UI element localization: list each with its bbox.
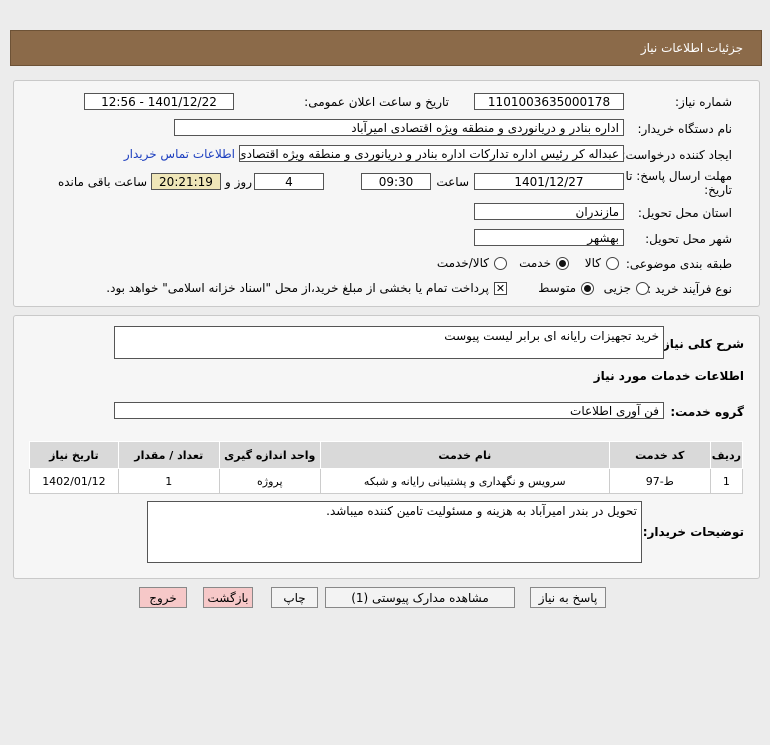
service-group-field: فن آوری اطلاعات bbox=[114, 402, 664, 419]
city-label: شهر محل تحویل: bbox=[645, 232, 732, 246]
announce-field: 1401/12/22 - 12:56 bbox=[84, 93, 234, 110]
col-quantity: تعداد / مقدار bbox=[117, 441, 220, 469]
page-header: جزئیات اطلاعات نیاز bbox=[10, 30, 762, 66]
process-label: نوع فرآیند خرید : bbox=[647, 282, 732, 296]
remaining-label: ساعت باقی مانده bbox=[57, 175, 147, 189]
city-field: بهشهر bbox=[474, 229, 624, 246]
need-info-panel: شماره نیاز: 1101003635000178 تاریخ و ساع… bbox=[13, 80, 760, 307]
back-button[interactable]: بازگشت bbox=[203, 587, 253, 608]
table-row: 1 ط-97 سرویس و نگهداری و پشتیبانی رایانه… bbox=[29, 468, 744, 494]
category-radio-service[interactable] bbox=[556, 257, 569, 270]
category-label: طبقه بندی موضوعی: bbox=[625, 257, 732, 271]
services-table: ردیف کد خدمت نام خدمت واحد اندازه گیری ت… bbox=[29, 441, 744, 494]
services-heading: اطلاعات خدمات مورد نیاز bbox=[593, 369, 744, 383]
page-title: جزئیات اطلاعات نیاز bbox=[640, 41, 743, 55]
time-label: ساعت bbox=[436, 175, 469, 189]
col-service-name: نام خدمت bbox=[319, 441, 610, 469]
category-option-service: خدمت bbox=[519, 256, 551, 270]
col-service-code: کد خدمت bbox=[608, 441, 711, 469]
process-radio-medium[interactable] bbox=[581, 282, 594, 295]
process-radio-minor[interactable] bbox=[636, 282, 649, 295]
province-field: مازندران bbox=[474, 203, 624, 220]
process-option-minor: جزیی bbox=[603, 281, 631, 295]
buyer-org-label: نام دستگاه خریدار: bbox=[637, 122, 733, 136]
col-unit: واحد اندازه گیری bbox=[218, 441, 321, 469]
cell-service-name: سرویس و نگهداری و پشتیبانی رایانه و شبکه bbox=[319, 468, 610, 494]
buyer-notes-field: تحویل در بندر امیرآباد به هزینه و مسئولی… bbox=[147, 501, 642, 563]
summary-field: خرید تجهیزات رایانه ای برابر لیست پیوست bbox=[114, 326, 664, 359]
need-number-field: 1101003635000178 bbox=[474, 93, 624, 110]
remaining-time-field: 20:21:19 bbox=[151, 173, 221, 190]
deadline-time-field: 09:30 bbox=[361, 173, 431, 190]
need-details-panel: شرح کلی نیاز: خرید تجهیزات رایانه ای برا… bbox=[13, 315, 760, 579]
summary-label: شرح کلی نیاز: bbox=[658, 337, 744, 351]
attachments-button[interactable]: مشاهده مدارک پیوستی (1) bbox=[325, 587, 515, 608]
deadline-date-field: 1401/12/27 bbox=[474, 173, 624, 190]
col-need-date: تاریخ نیاز bbox=[29, 441, 119, 469]
reply-button[interactable]: پاسخ به نیاز bbox=[530, 587, 606, 608]
creator-label: ایجاد کننده درخواست: bbox=[621, 148, 732, 162]
cell-service-code: ط-97 bbox=[608, 468, 711, 494]
need-number-label: شماره نیاز: bbox=[675, 95, 732, 109]
buyer-org-field: اداره بنادر و دریانوردی و منطقه ویژه اقت… bbox=[174, 119, 624, 136]
announce-label: تاریخ و ساعت اعلان عمومی: bbox=[304, 95, 449, 109]
category-option-goods-service: کالا/خدمت bbox=[436, 256, 489, 270]
cell-row: 1 bbox=[709, 468, 744, 494]
category-radio-goods[interactable] bbox=[606, 257, 619, 270]
buyer-notes-label: توضیحات خریدار: bbox=[642, 525, 744, 539]
cell-unit: پروژه bbox=[218, 468, 321, 494]
deadline-label: مهلت ارسال پاسخ: تا bbox=[625, 169, 732, 183]
cell-quantity: 1 bbox=[117, 468, 220, 494]
payment-note: پرداخت تمام یا بخشی از مبلغ خرید،از محل … bbox=[106, 281, 489, 295]
deadline-label-date: تاریخ: bbox=[704, 183, 732, 197]
process-option-medium: متوسط bbox=[538, 281, 576, 295]
exit-button[interactable]: خروج bbox=[139, 587, 187, 608]
creator-field: عبداله کر رئیس اداره تدارکات اداره بنادر… bbox=[239, 145, 624, 162]
service-group-label: گروه خدمت: bbox=[670, 405, 744, 419]
days-field: 4 bbox=[254, 173, 324, 190]
contact-buyer-link[interactable]: اطلاعات تماس خریدار bbox=[124, 147, 235, 161]
col-row: ردیف bbox=[709, 441, 744, 469]
days-label: روز و bbox=[225, 175, 252, 189]
payment-checkbox[interactable]: ✕ bbox=[494, 282, 507, 295]
category-option-goods: کالا bbox=[584, 256, 601, 270]
category-radio-goods-service[interactable] bbox=[494, 257, 507, 270]
cell-need-date: 1402/01/12 bbox=[29, 468, 119, 494]
print-button[interactable]: چاپ bbox=[271, 587, 318, 608]
province-label: استان محل تحویل: bbox=[637, 206, 732, 220]
table-header-row: ردیف کد خدمت نام خدمت واحد اندازه گیری ت… bbox=[29, 441, 744, 469]
